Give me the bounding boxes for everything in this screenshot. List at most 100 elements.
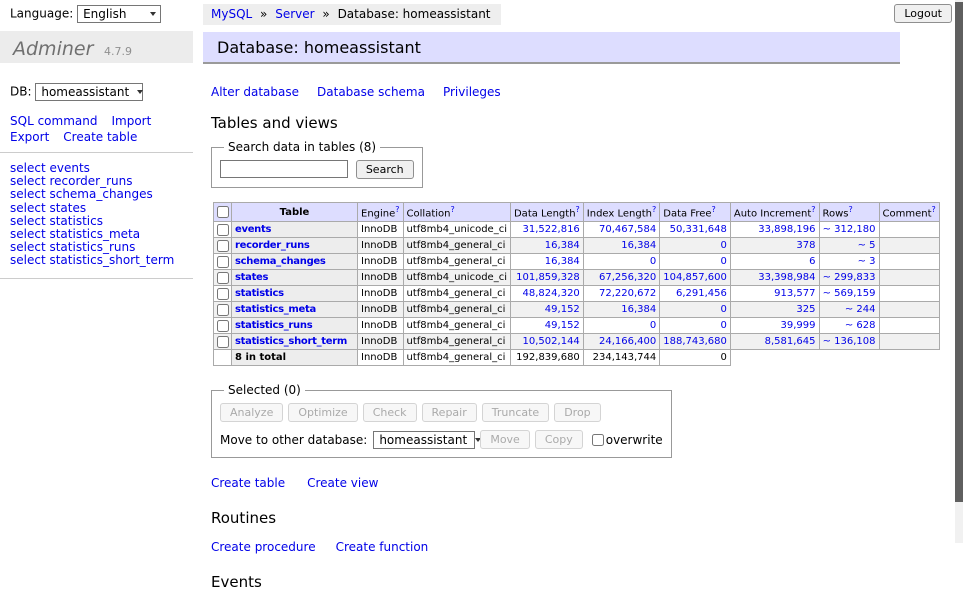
sidebar-action-link[interactable]: SQL command: [10, 114, 97, 128]
selected-action-button[interactable]: Analyze: [220, 403, 283, 422]
row-select-cell[interactable]: [214, 254, 232, 270]
data-free-link[interactable]: 0: [721, 240, 727, 251]
row-checkbox[interactable]: [217, 272, 229, 284]
create-link[interactable]: Create view: [307, 476, 378, 490]
row-select-cell[interactable]: [214, 318, 232, 334]
rows-count-link[interactable]: ~ 569,159: [823, 288, 876, 299]
language-select[interactable]: English: [77, 5, 161, 23]
auto-increment-link[interactable]: 39,999: [781, 320, 816, 331]
auto-increment-link[interactable]: 378: [796, 240, 815, 251]
sidebar-action-link[interactable]: Import: [111, 114, 151, 128]
data-length-link[interactable]: 31,522,816: [523, 224, 580, 235]
data-free-link[interactable]: 188,743,680: [663, 336, 727, 347]
data-free-link[interactable]: 0: [721, 320, 727, 331]
row-select-cell[interactable]: [214, 238, 232, 254]
data-free-link[interactable]: 0: [721, 304, 727, 315]
auto-increment-link[interactable]: 33,398,984: [758, 272, 815, 283]
data-length-link[interactable]: 16,384: [545, 240, 580, 251]
scrollbar-thumb[interactable]: [955, 2, 963, 502]
rows-count-link[interactable]: ~ 244: [845, 304, 876, 315]
row-checkbox[interactable]: [217, 256, 229, 268]
row-select-cell[interactable]: [214, 270, 232, 286]
select-all-checkbox[interactable]: [217, 206, 229, 218]
rows-count-link[interactable]: ~ 136,108: [823, 336, 876, 347]
move-copy-button[interactable]: Copy: [535, 430, 583, 449]
index-length-link[interactable]: 16,384: [621, 304, 656, 315]
table-name-link[interactable]: statistics_short_term: [235, 336, 347, 347]
row-checkbox[interactable]: [217, 240, 229, 252]
index-length-link[interactable]: 0: [650, 256, 656, 267]
selected-action-button[interactable]: Check: [363, 403, 417, 422]
vertical-scrollbar[interactable]: [955, 0, 963, 543]
row-checkbox[interactable]: [217, 336, 229, 348]
routine-create-link[interactable]: Create function: [336, 540, 429, 554]
auto-increment-link[interactable]: 325: [796, 304, 815, 315]
help-link[interactable]: ?: [849, 205, 853, 214]
create-link[interactable]: Create table: [211, 476, 285, 490]
index-length-link[interactable]: 72,220,672: [599, 288, 656, 299]
breadcrumb-link-mysql[interactable]: MySQL: [211, 7, 252, 21]
selected-action-button[interactable]: Drop: [554, 403, 600, 422]
data-free-link[interactable]: 50,331,648: [670, 224, 727, 235]
auto-increment-link[interactable]: 8,581,645: [765, 336, 816, 347]
breadcrumb-link-server[interactable]: Server: [275, 7, 314, 21]
data-free-link[interactable]: 104,857,600: [663, 272, 727, 283]
index-length-link[interactable]: 0: [650, 320, 656, 331]
data-free-link[interactable]: 0: [721, 256, 727, 267]
row-select-cell[interactable]: [214, 302, 232, 318]
table-name-link[interactable]: statistics: [235, 288, 284, 299]
help-link[interactable]: ?: [576, 205, 580, 214]
data-length-link[interactable]: 101,859,328: [516, 272, 580, 283]
row-checkbox[interactable]: [217, 320, 229, 332]
help-link[interactable]: ?: [811, 205, 815, 214]
table-name-link[interactable]: states: [235, 272, 268, 283]
auto-increment-link[interactable]: 33,898,196: [758, 224, 815, 235]
row-checkbox[interactable]: [217, 288, 229, 300]
db-select[interactable]: homeassistant: [35, 83, 143, 101]
search-button[interactable]: Search: [356, 160, 414, 179]
auto-increment-link[interactable]: 913,577: [774, 288, 815, 299]
sidebar-select-link[interactable]: select schema_changes: [10, 188, 193, 201]
help-link[interactable]: ?: [450, 205, 454, 214]
sidebar-action-link[interactable]: Export: [10, 130, 49, 144]
table-name-link[interactable]: statistics_meta: [235, 304, 316, 315]
move-db-select[interactable]: homeassistant: [373, 431, 475, 449]
row-select-cell[interactable]: [214, 334, 232, 350]
database-action-link[interactable]: Alter database: [211, 85, 299, 99]
selected-action-button[interactable]: Truncate: [482, 403, 549, 422]
rows-count-link[interactable]: ~ 628: [845, 320, 876, 331]
data-length-link[interactable]: 16,384: [545, 256, 580, 267]
rows-count-link[interactable]: ~ 5: [858, 240, 876, 251]
index-length-link[interactable]: 24,166,400: [599, 336, 656, 347]
move-copy-button[interactable]: Move: [480, 430, 530, 449]
rows-count-link[interactable]: ~ 299,833: [823, 272, 876, 283]
table-name-link[interactable]: recorder_runs: [235, 240, 310, 251]
help-link[interactable]: ?: [652, 205, 656, 214]
help-link[interactable]: ?: [932, 205, 936, 214]
row-select-cell[interactable]: [214, 286, 232, 302]
sidebar-select-link[interactable]: select states: [10, 202, 193, 215]
rows-count-link[interactable]: ~ 312,180: [823, 224, 876, 235]
overwrite-checkbox[interactable]: [592, 434, 604, 446]
row-checkbox[interactable]: [217, 224, 229, 236]
overwrite-option[interactable]: overwrite: [592, 433, 663, 447]
table-name-link[interactable]: schema_changes: [235, 256, 326, 267]
data-length-link[interactable]: 49,152: [545, 320, 580, 331]
selected-action-button[interactable]: Repair: [422, 403, 477, 422]
index-length-link[interactable]: 70,467,584: [599, 224, 656, 235]
row-select-cell[interactable]: [214, 222, 232, 238]
index-length-link[interactable]: 16,384: [621, 240, 656, 251]
selected-action-button[interactable]: Optimize: [288, 403, 357, 422]
help-link[interactable]: ?: [395, 205, 399, 214]
routine-create-link[interactable]: Create procedure: [211, 540, 316, 554]
data-length-link[interactable]: 10,502,144: [523, 336, 580, 347]
auto-increment-link[interactable]: 6: [809, 256, 815, 267]
rows-count-link[interactable]: ~ 3: [858, 256, 876, 267]
table-name-link[interactable]: statistics_runs: [235, 320, 312, 331]
data-length-link[interactable]: 48,824,320: [523, 288, 580, 299]
table-name-link[interactable]: events: [235, 224, 271, 235]
help-link[interactable]: ?: [712, 205, 716, 214]
sidebar-select-link[interactable]: select statistics_short_term: [10, 254, 193, 267]
search-input[interactable]: [220, 160, 348, 178]
row-checkbox[interactable]: [217, 304, 229, 316]
